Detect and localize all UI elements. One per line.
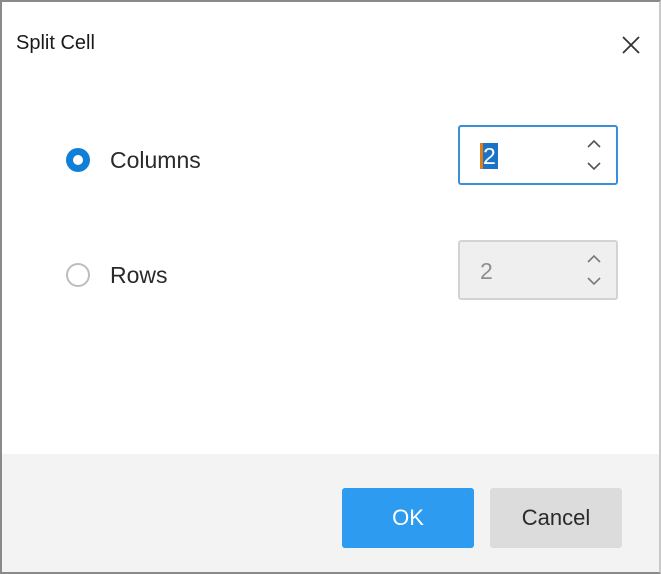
chevron-up-icon xyxy=(587,139,601,148)
cancel-button[interactable]: Cancel xyxy=(490,488,622,548)
columns-spin-down-button[interactable] xyxy=(584,158,604,174)
columns-option[interactable]: Columns xyxy=(66,143,201,177)
close-button[interactable] xyxy=(614,28,648,62)
rows-option[interactable]: Rows xyxy=(66,258,168,292)
rows-label: Rows xyxy=(110,261,168,288)
chevron-down-icon xyxy=(587,277,601,286)
dialog-title: Split Cell xyxy=(16,32,95,54)
columns-radio[interactable] xyxy=(66,148,90,172)
title-bar: Split Cell xyxy=(2,2,659,86)
columns-value-input[interactable]: 2 xyxy=(480,140,498,172)
chevron-down-icon xyxy=(587,162,601,171)
rows-spinner: 2 xyxy=(458,240,618,300)
columns-spin-up-button[interactable] xyxy=(584,136,604,152)
columns-label: Columns xyxy=(110,146,201,173)
chevron-up-icon xyxy=(587,254,601,263)
columns-spinner[interactable]: 2 xyxy=(458,125,618,185)
ok-button[interactable]: OK xyxy=(342,488,474,548)
split-cell-dialog: Split Cell Columns 2 Rows 2 OK Cancel xyxy=(0,0,661,574)
columns-value-text: 2 xyxy=(480,143,498,169)
rows-value-text: 2 xyxy=(480,258,493,284)
rows-spin-down-button xyxy=(584,273,604,289)
rows-radio[interactable] xyxy=(66,263,90,287)
rows-spin-up-button xyxy=(584,251,604,267)
close-icon xyxy=(622,36,640,54)
